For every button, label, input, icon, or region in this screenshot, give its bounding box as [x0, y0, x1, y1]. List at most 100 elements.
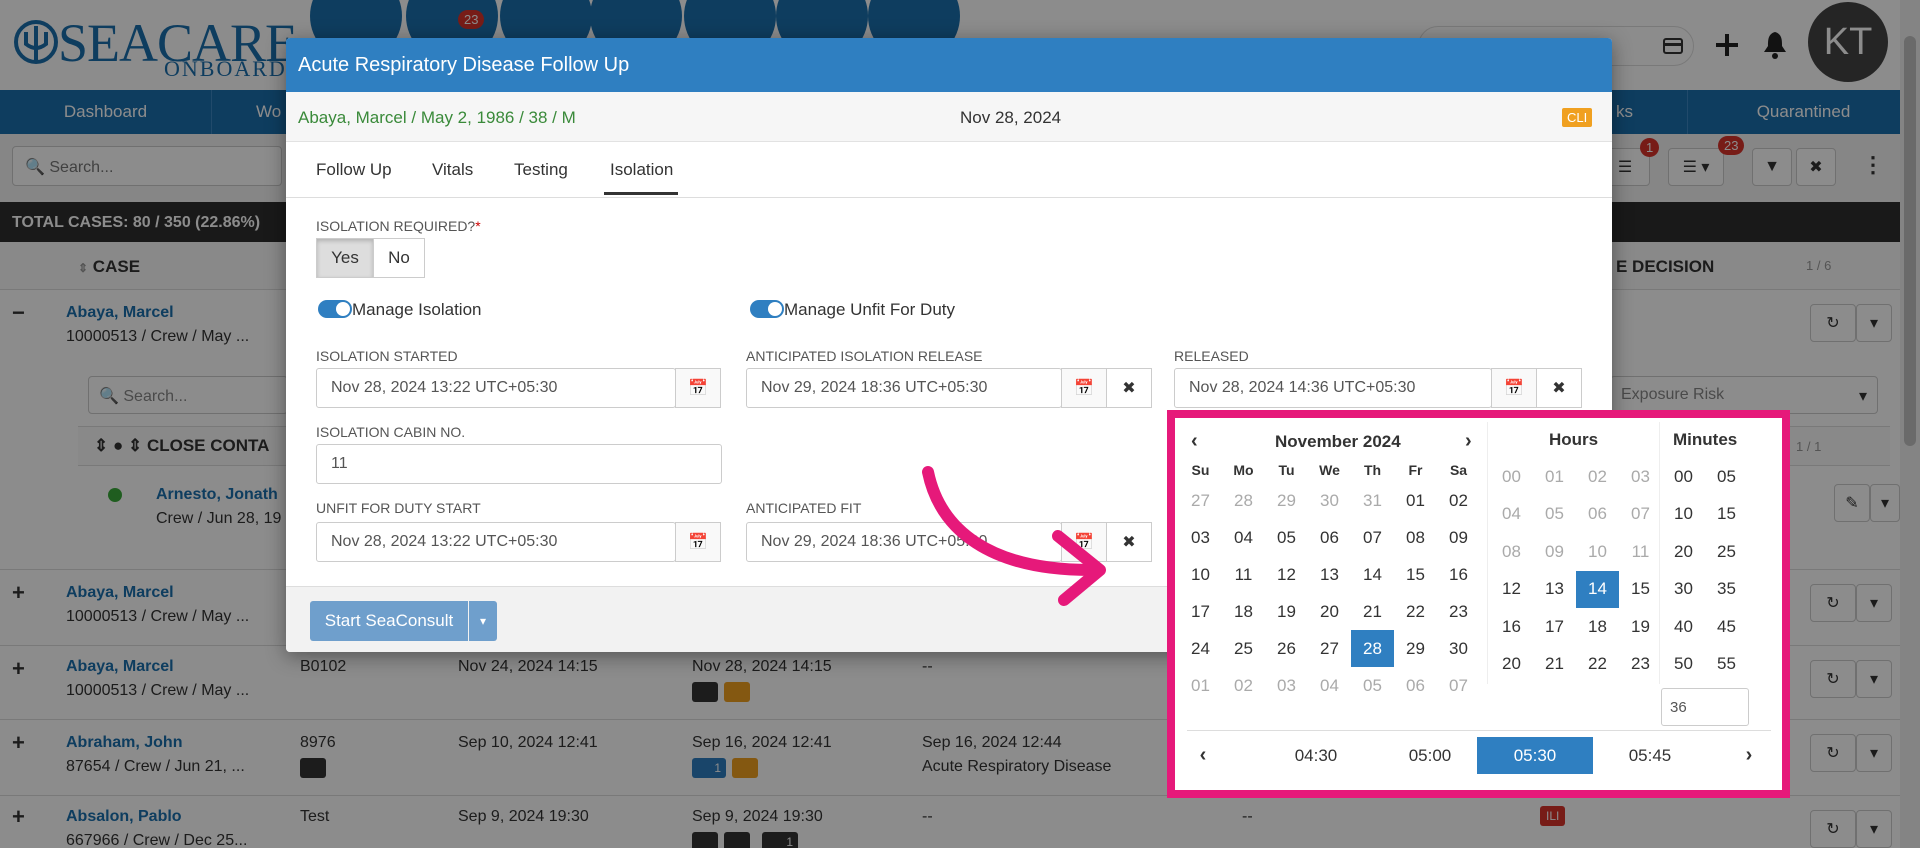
hour-cell[interactable]: 01: [1533, 458, 1576, 496]
prev-month-button[interactable]: ‹: [1191, 430, 1198, 453]
cabin-input[interactable]: 11: [316, 444, 722, 484]
unfit-start-input[interactable]: Nov 28, 2024 13:22 UTC+05:30: [316, 522, 676, 562]
anticipated-release-clear-button[interactable]: ✖: [1106, 368, 1152, 408]
hour-cell[interactable]: 03: [1619, 458, 1662, 496]
day-cell[interactable]: 18: [1222, 593, 1265, 630]
day-cell[interactable]: 14: [1351, 556, 1394, 593]
tab-testing[interactable]: Testing: [514, 160, 568, 180]
day-cell[interactable]: 16: [1437, 556, 1480, 593]
day-cell[interactable]: 25: [1222, 630, 1265, 667]
hour-cell[interactable]: 07: [1619, 496, 1662, 534]
anticipated-release-calendar-button[interactable]: 📅: [1061, 368, 1107, 408]
minute-cell[interactable]: 10: [1662, 496, 1705, 534]
day-cell[interactable]: 02: [1222, 667, 1265, 704]
tab-isolation[interactable]: Isolation: [610, 160, 673, 180]
minute-cell[interactable]: 45: [1705, 608, 1748, 646]
hour-cell[interactable]: 06: [1576, 496, 1619, 534]
timezone-option[interactable]: 04:30: [1261, 737, 1371, 774]
day-cell[interactable]: 21: [1351, 593, 1394, 630]
hour-cell[interactable]: 04: [1490, 496, 1533, 534]
hour-cell[interactable]: 08: [1490, 533, 1533, 571]
hour-cell[interactable]: 18: [1576, 608, 1619, 646]
hour-cell[interactable]: 15: [1619, 571, 1662, 609]
hour-cell[interactable]: 16: [1490, 608, 1533, 646]
released-clear-button[interactable]: ✖: [1536, 368, 1582, 408]
day-cell[interactable]: 23: [1437, 593, 1480, 630]
day-cell[interactable]: 29: [1265, 482, 1308, 519]
month-title[interactable]: November 2024: [1275, 432, 1401, 452]
day-cell[interactable]: 17: [1179, 593, 1222, 630]
day-cell[interactable]: 10: [1179, 556, 1222, 593]
hour-cell[interactable]: 20: [1490, 646, 1533, 684]
hour-cell[interactable]: 22: [1576, 646, 1619, 684]
day-cell[interactable]: 06: [1394, 667, 1437, 704]
prev-timezone-button[interactable]: ‹: [1193, 737, 1213, 774]
minute-cell[interactable]: 35: [1705, 571, 1748, 609]
day-cell[interactable]: 13: [1308, 556, 1351, 593]
minute-cell[interactable]: 20: [1662, 533, 1705, 571]
manage-unfit-toggle[interactable]: [750, 300, 784, 318]
day-cell[interactable]: 03: [1179, 519, 1222, 556]
hour-cell[interactable]: 00: [1490, 458, 1533, 496]
timezone-option[interactable]: 05:45: [1595, 737, 1705, 774]
unfit-start-calendar-button[interactable]: 📅: [675, 522, 721, 562]
minute-cell[interactable]: 15: [1705, 496, 1748, 534]
released-calendar-button[interactable]: 📅: [1491, 368, 1537, 408]
minute-cell[interactable]: 05: [1705, 458, 1748, 496]
released-input[interactable]: Nov 28, 2024 14:36 UTC+05:30: [1174, 368, 1492, 408]
minute-input[interactable]: 36: [1661, 688, 1749, 726]
minute-cell[interactable]: 50: [1662, 646, 1705, 684]
day-cell[interactable]: 03: [1265, 667, 1308, 704]
day-cell[interactable]: 27: [1179, 482, 1222, 519]
selected-day[interactable]: 28: [1351, 630, 1394, 667]
tab-vitals[interactable]: Vitals: [432, 160, 473, 180]
next-month-button[interactable]: ›: [1465, 430, 1472, 453]
selected-hour[interactable]: 14: [1576, 570, 1619, 608]
minute-cell[interactable]: 40: [1662, 608, 1705, 646]
day-cell[interactable]: 26: [1265, 630, 1308, 667]
hour-cell[interactable]: 21: [1533, 646, 1576, 684]
hour-cell[interactable]: 23: [1619, 646, 1662, 684]
day-cell[interactable]: 31: [1351, 482, 1394, 519]
hour-cell[interactable]: 05: [1533, 496, 1576, 534]
day-cell[interactable]: 06: [1308, 519, 1351, 556]
day-cell[interactable]: 27: [1308, 630, 1351, 667]
day-cell[interactable]: 05: [1265, 519, 1308, 556]
timezone-option[interactable]: 05:00: [1375, 737, 1485, 774]
hour-cell[interactable]: 10: [1576, 533, 1619, 571]
isolation-no-button[interactable]: No: [373, 238, 425, 278]
day-cell[interactable]: 07: [1351, 519, 1394, 556]
isolation-started-calendar-button[interactable]: 📅: [675, 368, 721, 408]
hour-cell[interactable]: 12: [1490, 571, 1533, 609]
day-cell[interactable]: 04: [1222, 519, 1265, 556]
next-timezone-button[interactable]: ›: [1739, 737, 1759, 774]
manage-isolation-toggle[interactable]: [318, 300, 352, 318]
day-cell[interactable]: 09: [1437, 519, 1480, 556]
day-cell[interactable]: 01: [1394, 482, 1437, 519]
tab-follow-up[interactable]: Follow Up: [316, 160, 392, 180]
day-cell[interactable]: 19: [1265, 593, 1308, 630]
timezone-option-selected[interactable]: 05:30: [1477, 737, 1593, 774]
day-cell[interactable]: 12: [1265, 556, 1308, 593]
seaconsult-dropdown-button[interactable]: ▾: [469, 601, 497, 641]
day-cell[interactable]: 30: [1437, 630, 1480, 667]
day-cell[interactable]: 29: [1394, 630, 1437, 667]
anticipated-release-input[interactable]: Nov 29, 2024 18:36 UTC+05:30: [746, 368, 1062, 408]
day-cell[interactable]: 07: [1437, 667, 1480, 704]
day-cell[interactable]: 05: [1351, 667, 1394, 704]
hour-cell[interactable]: 17: [1533, 608, 1576, 646]
hour-cell[interactable]: 13: [1533, 571, 1576, 609]
hour-cell[interactable]: 02: [1576, 458, 1619, 496]
hour-cell[interactable]: 09: [1533, 533, 1576, 571]
day-cell[interactable]: 04: [1308, 667, 1351, 704]
day-cell[interactable]: 24: [1179, 630, 1222, 667]
day-cell[interactable]: 28: [1222, 482, 1265, 519]
day-cell[interactable]: 30: [1308, 482, 1351, 519]
isolation-started-input[interactable]: Nov 28, 2024 13:22 UTC+05:30: [316, 368, 676, 408]
minute-cell[interactable]: 30: [1662, 571, 1705, 609]
day-cell[interactable]: 22: [1394, 593, 1437, 630]
isolation-yes-button[interactable]: Yes: [316, 238, 374, 278]
day-cell[interactable]: 02: [1437, 482, 1480, 519]
start-seaconsult-button[interactable]: Start SeaConsult: [310, 601, 468, 641]
day-cell[interactable]: 15: [1394, 556, 1437, 593]
